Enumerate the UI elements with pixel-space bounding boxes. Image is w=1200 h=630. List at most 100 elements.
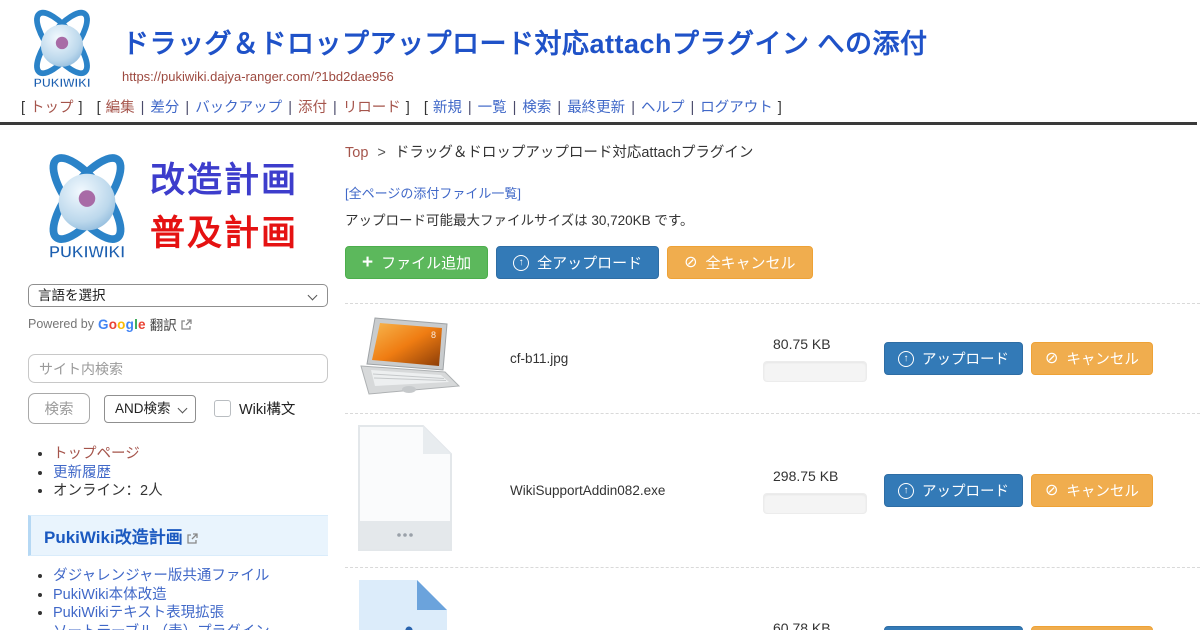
nav-new-link[interactable]: 新規 (433, 100, 462, 116)
upload-button[interactable]: ↑ アップロード (884, 626, 1023, 630)
logo-brand-text: PUKIWIKI (49, 243, 125, 261)
cancel-button[interactable]: ⊘ キャンセル (1031, 342, 1153, 375)
nav-edit-link[interactable]: 編集 (106, 100, 135, 116)
search-button[interactable]: 検索 (28, 393, 90, 424)
list-item: PukiWikiテキスト表現拡張 (53, 605, 328, 623)
file-size-cell: 80.75 KB (763, 336, 867, 382)
sidebar-logo-text: 改造計画 普及計画 (150, 155, 298, 260)
search-mode-select[interactable]: AND検索 (104, 395, 196, 423)
main-content: Top>ドラッグ＆ドロップアップロード対応attachプラグイン [全ページの添… (345, 125, 1200, 630)
upload-button[interactable]: ↑ アップロード (884, 474, 1023, 507)
file-name: cf-b11.jpg (510, 351, 763, 366)
nav-search-link[interactable]: 検索 (522, 100, 551, 116)
separator: | (690, 100, 694, 116)
nav-top-link[interactable]: トップ (30, 100, 74, 116)
bracket: [ (21, 100, 25, 116)
nav-reload-link[interactable]: リロード (343, 100, 401, 116)
table-row: contents.html 60.78 KB ↑ アップロード ⊘ キャンセル (345, 567, 1200, 630)
page-url[interactable]: https://pukiwiki.dajya-ranger.com/?1bd2d… (122, 69, 928, 84)
generic-file-icon (355, 424, 455, 552)
separator: | (185, 100, 189, 116)
cancel-button[interactable]: ⊘ キャンセル (1031, 626, 1153, 630)
upload-progress-bar (763, 361, 867, 382)
list-item: 更新履歴 (53, 465, 328, 483)
breadcrumb-home-link[interactable]: Top (345, 145, 368, 161)
language-select[interactable]: 言語を選択 (28, 284, 328, 307)
chevron-down-icon (178, 403, 188, 413)
cancel-all-label: 全キャンセル (706, 252, 796, 273)
sidebar-item-core-mods[interactable]: PukiWiki本体改造 (53, 587, 167, 603)
upload-circle-icon: ↑ (898, 351, 914, 367)
ban-icon: ⊘ (684, 255, 697, 271)
ban-icon: ⊘ (1045, 351, 1058, 367)
list-item: トップページ (53, 446, 328, 464)
sidebar-logo[interactable]: PUKIWIKI 改造計画 普及計画 (28, 145, 328, 270)
file-thumbnail-cell: 8 (355, 314, 510, 403)
google-logo-text: Google (98, 317, 146, 332)
file-name: WikiSupportAddin082.exe (510, 483, 763, 498)
bracket: ] (79, 100, 83, 116)
svg-text:8: 8 (431, 330, 436, 340)
pukiwiki-atom-logo-icon: PUKIWIKI (28, 149, 146, 267)
site-search-input[interactable] (28, 354, 328, 383)
nav-logout-link[interactable]: ログアウト (700, 100, 773, 116)
nav-attach-link[interactable]: 添付 (298, 100, 327, 116)
html-file-icon (355, 578, 451, 630)
all-pages-attachments-link[interactable]: [全ページの添付ファイル一覧] (345, 186, 521, 201)
sidebar-item-recent-changes[interactable]: 更新履歴 (53, 465, 111, 481)
row-action-buttons: ↑ アップロード ⊘ キャンセル (884, 342, 1153, 375)
sidebar-section-links: ダジャレンジャー版共通ファイル PukiWiki本体改造 PukiWikiテキス… (28, 568, 328, 630)
separator: | (631, 100, 635, 116)
logo-title-red: 普及計画 (150, 208, 298, 261)
breadcrumb: Top>ドラッグ＆ドロップアップロード対応attachプラグイン (345, 141, 1200, 162)
sidebar-section-heading: PukiWiki改造計画 (28, 515, 328, 556)
row-action-buttons: ↑ アップロード ⊘ キャンセル (884, 626, 1153, 630)
pukiwiki-atom-logo-icon[interactable]: PUKIWIKI (18, 6, 106, 94)
list-item: オンライン：2人 (53, 483, 328, 501)
sidebar-item-common-files[interactable]: ダジャレンジャー版共通ファイル (53, 568, 269, 584)
separator: | (557, 100, 561, 116)
separator: | (468, 100, 472, 116)
plus-icon: + (362, 253, 373, 272)
pukiwiki-kaizou-keikaku-link[interactable]: PukiWiki改造計画 (44, 528, 183, 547)
external-link-icon (181, 319, 192, 330)
upload-circle-icon: ↑ (898, 483, 914, 499)
logo-brand-text: PUKIWIKI (34, 76, 91, 90)
bulk-action-buttons: + ファイル追加 ↑ 全アップロード ⊘ 全キャンセル (345, 246, 1200, 279)
bracket: [ (424, 100, 428, 116)
upload-progress-bar (763, 493, 867, 514)
cancel-label: キャンセル (1066, 480, 1139, 501)
separator: | (288, 100, 292, 116)
search-mode-value: AND検索 (115, 401, 171, 416)
upload-all-label: 全アップロード (537, 252, 642, 273)
language-select-value: 言語を選択 (38, 288, 106, 303)
translate-link[interactable]: 翻訳 (150, 314, 177, 334)
nav-help-link[interactable]: ヘルプ (641, 100, 685, 116)
breadcrumb-separator: > (377, 145, 385, 161)
nav-recent-link[interactable]: 最終更新 (567, 100, 625, 116)
add-files-button[interactable]: + ファイル追加 (345, 246, 488, 279)
nav-list-link[interactable]: 一覧 (478, 100, 507, 116)
file-size: 60.78 KB (763, 620, 867, 630)
row-action-buttons: ↑ アップロード ⊘ キャンセル (884, 474, 1153, 507)
sidebar-item-sort-table-plugin[interactable]: ソートテーブル（表）プラグイン (53, 624, 270, 630)
list-item: ソートテーブル（表）プラグイン (53, 624, 328, 630)
wiki-syntax-checkbox[interactable] (214, 400, 231, 417)
logo-title-blue: 改造計画 (150, 155, 298, 208)
nav-diff-link[interactable]: 差分 (150, 100, 179, 116)
upload-file-list: 8 cf-b11.jpg 80.75 KB ↑ (345, 303, 1200, 630)
upload-label: アップロード (922, 480, 1009, 501)
upload-button[interactable]: ↑ アップロード (884, 342, 1023, 375)
cancel-button[interactable]: ⊘ キャンセル (1031, 474, 1153, 507)
cancel-all-button[interactable]: ⊘ 全キャンセル (667, 246, 812, 279)
max-upload-size-note: アップロード可能最大ファイルサイズは 30,720KB です。 (345, 209, 1200, 229)
nav-backup-link[interactable]: バックアップ (195, 100, 282, 116)
sidebar: PUKIWIKI 改造計画 普及計画 言語を選択 Powered by Goog… (0, 125, 345, 630)
sidebar-item-top-page[interactable]: トップページ (53, 446, 140, 462)
external-link-icon (187, 533, 198, 544)
bracket: [ (97, 100, 101, 116)
sidebar-item-text-extension[interactable]: PukiWikiテキスト表現拡張 (53, 605, 224, 621)
separator: | (513, 100, 517, 116)
upload-all-button[interactable]: ↑ 全アップロード (496, 246, 659, 279)
file-thumbnail-cell (355, 424, 510, 557)
